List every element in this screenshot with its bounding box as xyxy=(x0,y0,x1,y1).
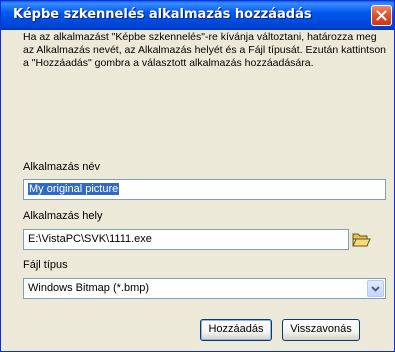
app-location-value: E:\VistaPC\SVK\1111.exe xyxy=(28,233,152,245)
app-name-input[interactable]: My original picture xyxy=(23,179,386,200)
close-button[interactable] xyxy=(371,5,392,26)
browse-button[interactable] xyxy=(351,229,371,249)
dialog-window: Képbe szkennelés alkalmazás hozzáadás Ha… xyxy=(0,0,395,352)
instructions-text: Ha az alkalmazást "Képbe szkennelés"-re … xyxy=(23,31,387,69)
file-type-label: Fájl típus xyxy=(23,259,68,271)
add-button[interactable]: Hozzáadás xyxy=(200,319,272,341)
file-type-dropdown-button[interactable] xyxy=(367,280,384,297)
app-name-label: Alkalmazás név xyxy=(23,161,101,173)
app-name-value: My original picture xyxy=(28,183,120,195)
dialog-title: Képbe szkennelés alkalmazás hozzáadás xyxy=(13,7,312,22)
app-location-input[interactable]: E:\VistaPC\SVK\1111.exe xyxy=(23,229,349,250)
file-type-select[interactable]: Windows Bitmap (*.bmp) xyxy=(23,278,386,299)
file-type-value: Windows Bitmap (*.bmp) xyxy=(28,282,150,294)
title-bar[interactable]: Képbe szkennelés alkalmazás hozzáadás xyxy=(1,1,394,30)
chevron-down-icon xyxy=(371,286,380,292)
close-icon xyxy=(376,10,387,21)
app-location-label: Alkalmazás hely xyxy=(23,210,103,222)
cancel-button[interactable]: Visszavonás xyxy=(282,319,360,341)
folder-open-icon xyxy=(352,233,371,247)
